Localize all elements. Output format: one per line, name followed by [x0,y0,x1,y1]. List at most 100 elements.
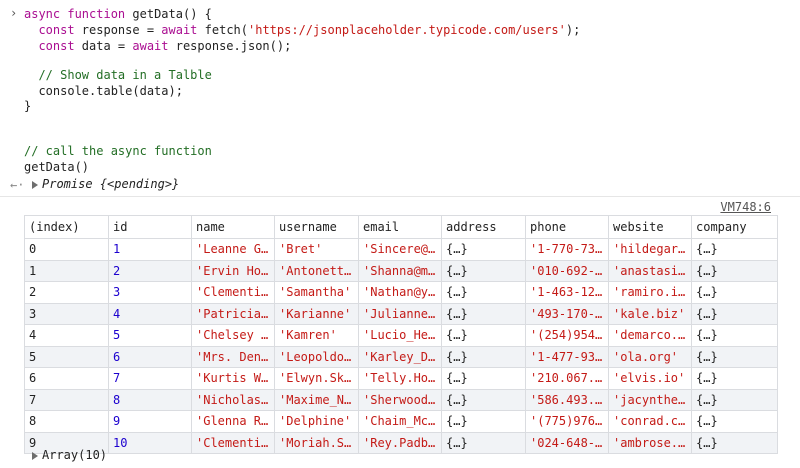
code-line: // Show data in a Talble [24,67,212,83]
table-cell: '586.493.… [525,388,609,411]
table-cell: 'Sincere@… [358,238,442,261]
code-token: function [67,7,133,21]
table-cell: 'Samantha' [274,281,359,304]
code-token: 'https://jsonplaceholder.typicode.com/us… [248,23,566,37]
column-header[interactable]: email [358,215,442,239]
table-cell[interactable]: {…} [441,259,526,282]
table-cell: 'Nicholas… [191,388,275,411]
column-header[interactable]: username [274,215,359,239]
table-cell: 'Antonett… [274,259,359,282]
table-cell: 'hildegar… [608,238,692,261]
table-cell[interactable]: {…} [691,324,778,347]
table-cell: 3 [108,281,192,304]
code-line: const data = await response.json(); [24,38,291,54]
table-cell: 'anastasi… [608,259,692,282]
table-cell: 'Karianne' [274,302,359,325]
table-cell: 'Chelsey … [191,324,275,347]
table-cell: 'Clementi… [191,281,275,304]
table-cell: 'elvis.io' [608,367,692,390]
table-header-row: (index) id name username email address phone we… [24,215,778,239]
table-cell: 2 [24,281,109,304]
table-cell[interactable]: {…} [441,345,526,368]
code-token: // Show data in a Talble [24,68,212,82]
table-cell: 'Patricia… [191,302,275,325]
table-cell[interactable]: {…} [691,410,778,433]
table-cell: 'kale.biz' [608,302,692,325]
code-line: getData() [24,159,89,175]
table-cell: 'Nathan@y… [358,281,442,304]
code-token: // call the async function [24,144,212,158]
console-table: (index) id name username email address phone we… [24,215,778,454]
array-summary-row[interactable]: Array(10) [0,446,800,464]
table-cell: 6 [24,367,109,390]
table-cell: 3 [24,302,109,325]
table-cell: 5 [24,345,109,368]
table-cell[interactable]: {…} [691,367,778,390]
column-header[interactable]: address [441,215,526,239]
table-cell: 'ramiro.i… [608,281,692,304]
source-link[interactable]: VM748:6 [720,200,771,214]
table-cell: 2 [108,259,192,282]
table-cell: 'Maxime_N… [274,388,359,411]
table-cell: 'Lucio_He… [358,324,442,347]
code-line: // call the async function [24,143,212,159]
table-row: 8 9 'Glenna R… 'Delphine' 'Chaim_Mc… {…} '(775… [24,410,778,433]
column-header[interactable]: name [191,215,275,239]
console-divider [0,196,800,197]
table-cell[interactable]: {…} [441,281,526,304]
table-cell: 9 [108,410,192,433]
table-cell: 'ola.org' [608,345,692,368]
table-cell: '210.067.… [525,367,609,390]
table-row: 4 5 'Chelsey … 'Kamren' 'Lucio_He… {…} '(254)9… [24,324,778,347]
table-cell: 'Bret' [274,238,359,261]
column-header[interactable]: company [691,215,778,239]
table-cell: 7 [108,367,192,390]
table-cell[interactable]: {…} [691,281,778,304]
expand-triangle-icon[interactable] [32,452,38,460]
table-row: 5 6 'Mrs. Den… 'Leopoldo… 'Karley_D… {…} '1-47… [24,345,778,368]
table-cell[interactable]: {…} [441,324,526,347]
table-cell: 'Kamren' [274,324,359,347]
table-cell: 'Chaim_Mc… [358,410,442,433]
table-cell[interactable]: {…} [691,302,778,325]
table-cell: 'Julianne… [358,302,442,325]
table-cell: 'Kurtis W… [191,367,275,390]
table-cell: 5 [108,324,192,347]
code-token: response = [81,23,162,37]
console-return-row[interactable]: ←· Promise {<pending>} [0,176,800,194]
table-cell[interactable]: {…} [691,259,778,282]
column-header[interactable]: id [108,215,192,239]
chevron-right-icon: › [10,6,18,20]
expand-triangle-icon[interactable] [32,181,38,189]
code-line: async function getData() { [24,6,212,22]
table-cell: 'Elwyn.Sk… [274,367,359,390]
table-cell[interactable]: {…} [691,238,778,261]
table-cell: 8 [24,410,109,433]
return-arrow-icon: ←· [10,178,25,192]
table-cell: 'Sherwood… [358,388,442,411]
table-cell[interactable]: {…} [691,388,778,411]
table-cell[interactable]: {…} [441,238,526,261]
code-token: ); [565,23,581,37]
code-token: fetch( [204,23,248,37]
table-cell[interactable]: {…} [691,345,778,368]
column-header[interactable]: website [608,215,692,239]
array-summary[interactable]: Array(10) [42,448,107,462]
table-cell: 0 [24,238,109,261]
table-cell[interactable]: {…} [441,302,526,325]
table-cell: 'Delphine' [274,410,359,433]
table-cell: 4 [24,324,109,347]
code-line: console.table(data); [24,83,183,99]
column-header[interactable]: (index) [24,215,109,239]
table-row: 2 3 'Clementi… 'Samantha' 'Nathan@y… {…} '1-46… [24,281,778,304]
table-cell[interactable]: {…} [441,388,526,411]
table-cell: '1-477-93… [525,345,609,368]
table-cell[interactable]: {…} [441,367,526,390]
table-cell: 1 [108,238,192,261]
code-token: await [161,23,205,37]
table-cell: 'Telly.Ho… [358,367,442,390]
promise-return-value[interactable]: Promise {<pending>} [42,177,179,191]
table-cell[interactable]: {…} [441,410,526,433]
column-header[interactable]: phone [525,215,609,239]
table-cell: 'demarco.… [608,324,692,347]
